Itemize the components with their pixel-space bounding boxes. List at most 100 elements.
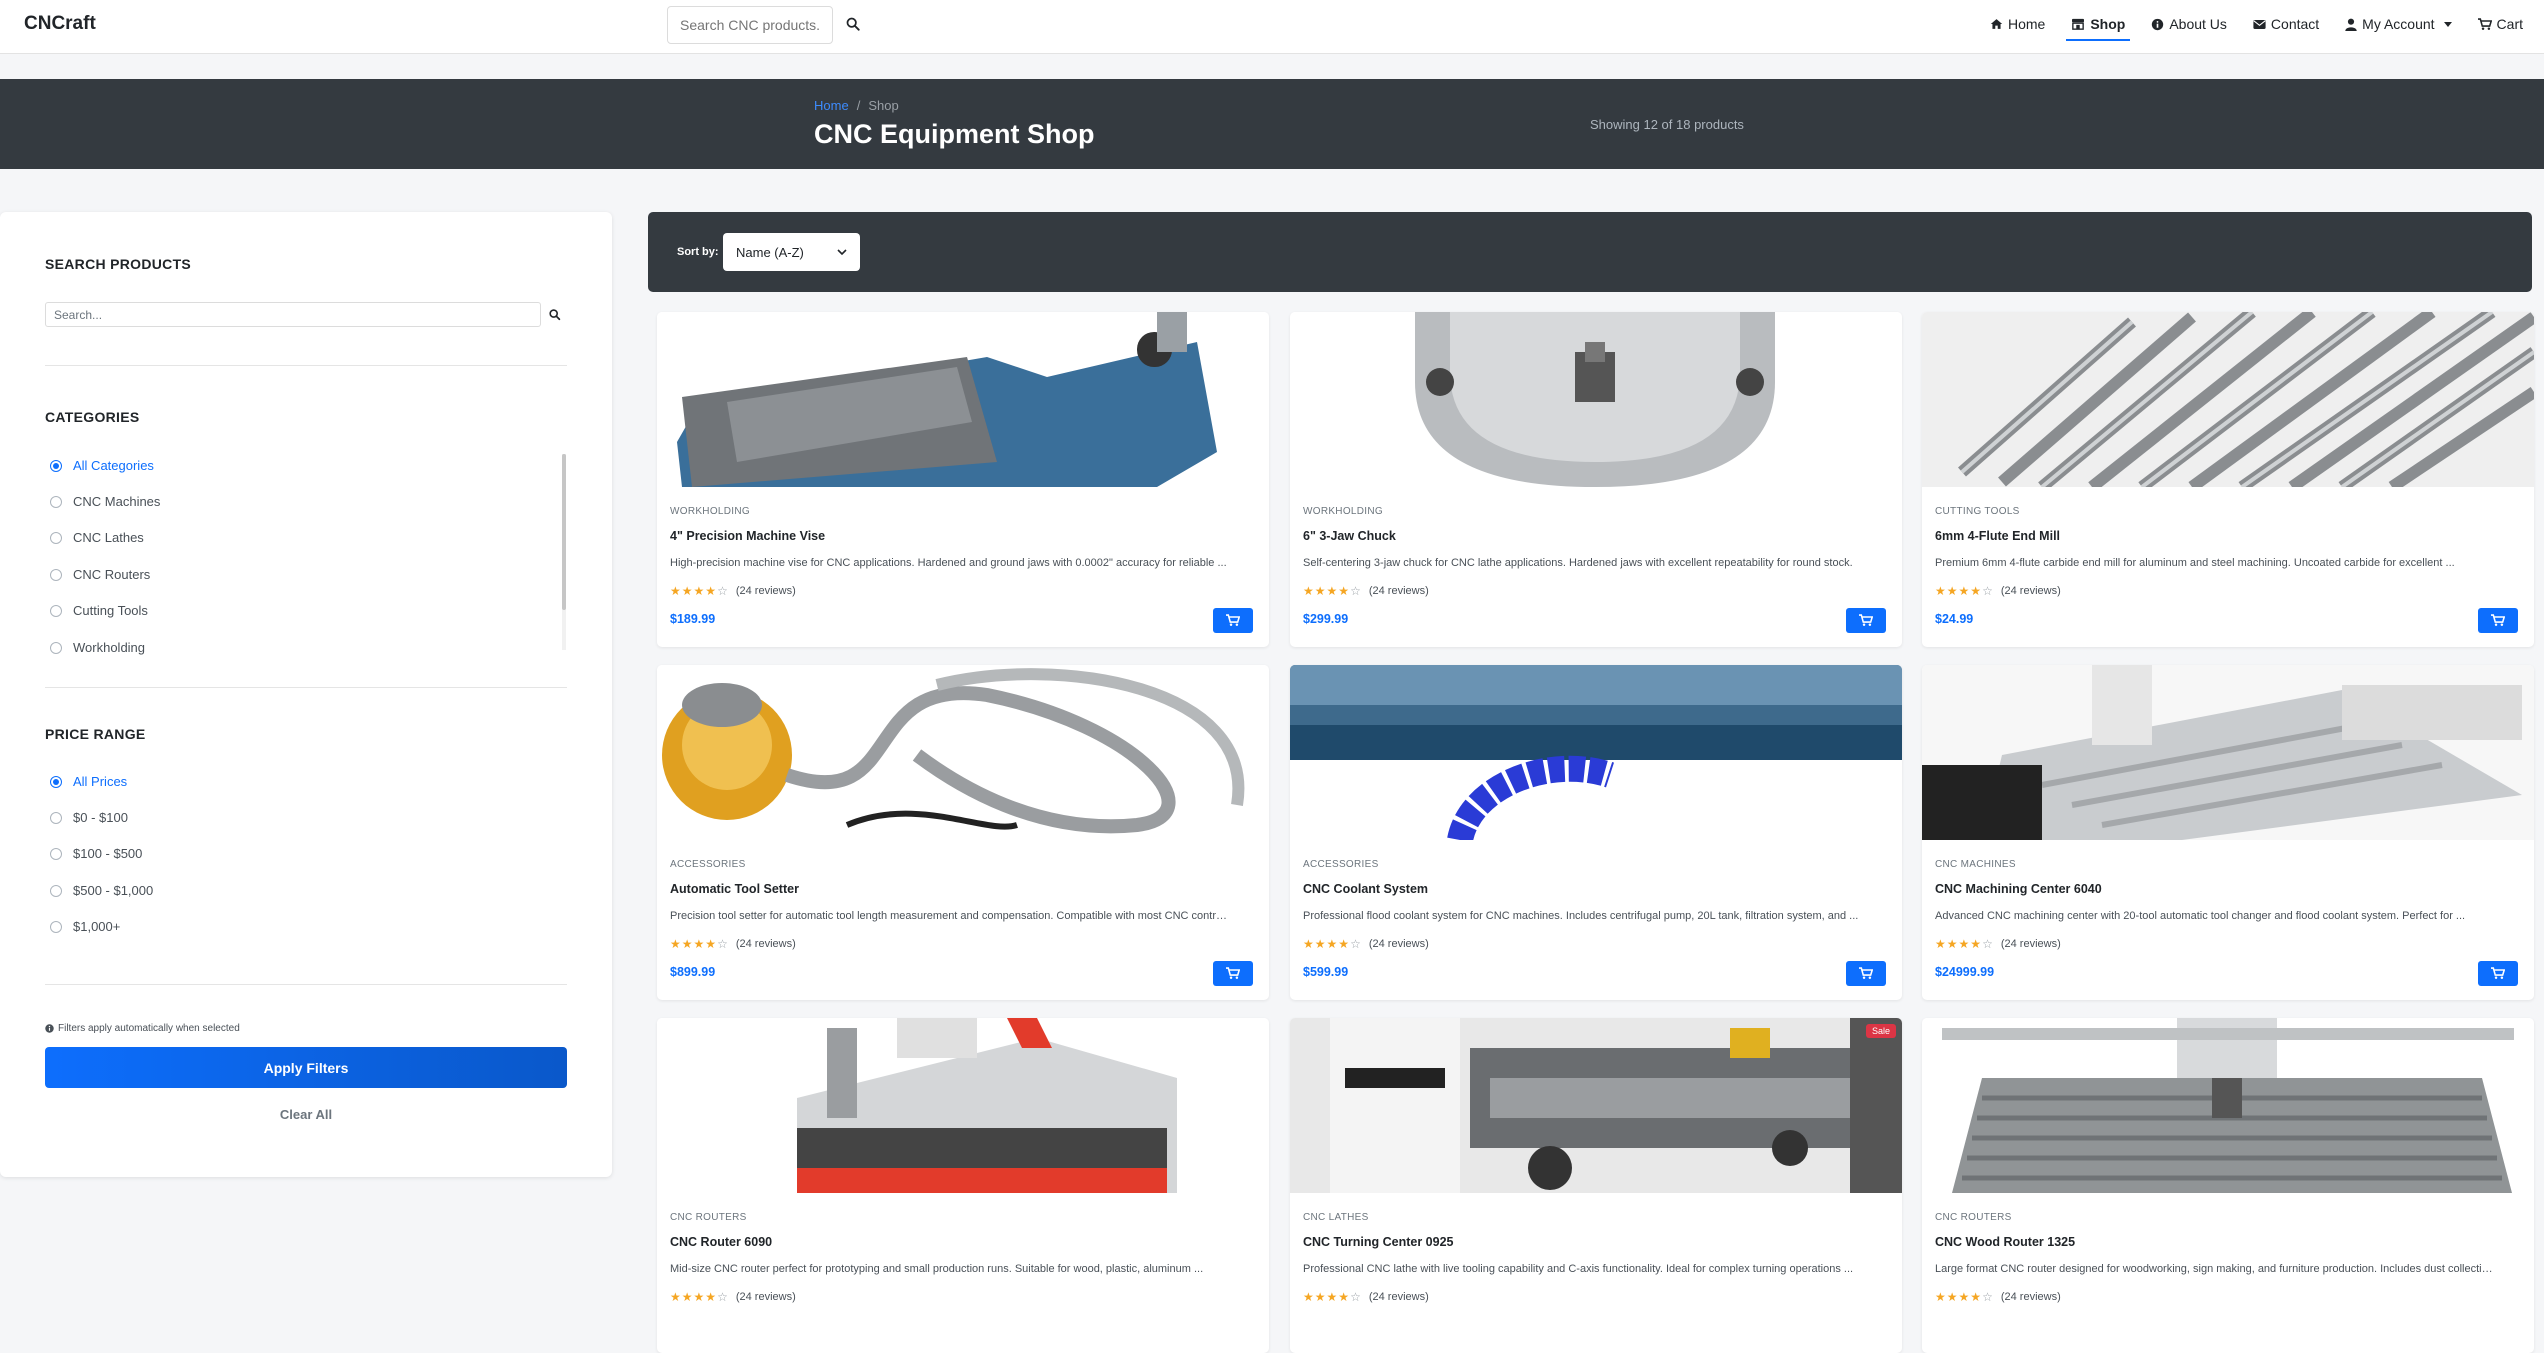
category-label: Cutting Tools [73,603,148,618]
star-filled-icon: ★ [681,584,693,598]
category-option-cutting-tools[interactable]: Cutting Tools [50,603,148,618]
nav-about-link[interactable]: About Us [2138,6,2240,42]
info-icon [45,1024,54,1033]
price-option-1000-plus[interactable]: $1,000+ [50,919,120,934]
star-empty-icon: ☆ [1350,584,1361,598]
product-card[interactable]: ACCESSORIES CNC Coolant System Professiona… [1290,665,1902,1000]
sort-select[interactable]: Name (A-Z) [723,233,860,271]
apply-filters-button[interactable]: Apply Filters [45,1047,567,1088]
category-option-cnc-routers[interactable]: CNC Routers [50,567,150,582]
product-card[interactable]: CNC MACHINES CNC Machining Center 6040 Adv… [1922,665,2534,1000]
product-description: Premium 6mm 4-flute carbide end mill for… [1935,557,2455,569]
clear-all-link[interactable]: Clear All [45,1107,567,1122]
categories-heading: CATEGORIES [45,409,140,425]
product-description: Professional flood coolant system for CN… [1303,910,1859,922]
product-image[interactable] [1290,665,1902,840]
star-filled-icon: ★ [1338,584,1350,598]
product-price: $189.99 [670,612,716,626]
add-to-cart-button[interactable] [2478,608,2518,633]
product-rating: ★ ★ ★ ★ ☆ (24 reviews) [1935,584,2061,598]
nav-account-dropdown[interactable]: My Account [2332,6,2464,42]
sale-badge: Sale [1865,1024,1896,1038]
user-icon [2345,18,2357,31]
nav-shop-link[interactable]: Shop [2058,6,2138,42]
star-filled-icon: ★ [1326,1290,1338,1304]
price-option-0-100[interactable]: $0 - $100 [50,810,128,825]
product-card[interactable]: CNC ROUTERS CNC Router 6090 Mid-size CNC r… [657,1018,1269,1353]
product-category: WORKHOLDING [1303,506,1383,517]
star-filled-icon: ★ [1303,1290,1314,1304]
radio-checked-icon [50,775,62,788]
search-icon[interactable] [548,305,562,323]
review-count: (24 reviews) [735,585,796,597]
product-card[interactable]: Sale CNC LATHES CNC Turning Center 0925 Pro… [1290,1018,1902,1353]
star-filled-icon: ★ [1958,1290,1970,1304]
cart-icon [1859,614,1873,627]
sidebar-divider [45,984,567,985]
product-image[interactable] [1922,1018,2534,1193]
add-to-cart-button[interactable] [1846,608,1886,633]
product-name[interactable]: 6" 3-Jaw Chuck [1303,529,1396,543]
product-card[interactable]: CNC ROUTERS CNC Wood Router 1325 Large for… [1922,1018,2534,1353]
star-filled-icon: ★ [1338,1290,1350,1304]
star-filled-icon: ★ [1338,937,1350,951]
product-name[interactable]: 6mm 4-Flute End Mill [1935,529,2060,543]
star-empty-icon: ☆ [1982,584,1993,598]
product-image[interactable] [1290,312,1902,487]
product-image[interactable] [1922,312,2534,487]
product-image[interactable] [657,312,1269,487]
product-card[interactable]: WORKHOLDING 6" 3-Jaw Chuck Self-centering … [1290,312,1902,647]
product-name[interactable]: CNC Turning Center 0925 [1303,1235,1454,1249]
add-to-cart-button[interactable] [1846,961,1886,986]
brand-logo[interactable]: CNCraft [24,13,96,35]
product-card[interactable]: CUTTING TOOLS 6mm 4-Flute End Mill Premium… [1922,312,2534,647]
product-name[interactable]: CNC Router 6090 [670,1235,772,1249]
price-option-500-1000[interactable]: $500 - $1,000 [50,883,153,898]
add-to-cart-button[interactable] [1213,961,1253,986]
star-empty-icon: ☆ [717,584,728,598]
product-card[interactable]: WORKHOLDING 4" Precision Machine Vise High… [657,312,1269,647]
product-name[interactable]: CNC Wood Router 1325 [1935,1235,2075,1249]
category-option-workholding[interactable]: Workholding [50,640,145,655]
review-count: (24 reviews) [735,1291,796,1303]
category-label: Workholding [73,640,146,655]
review-count: (24 reviews) [1368,585,1429,597]
price-option-all[interactable]: All Prices [50,774,127,789]
product-image[interactable] [1922,665,2534,840]
add-to-cart-button[interactable] [2478,961,2518,986]
category-label: CNC Lathes [73,530,144,545]
product-name[interactable]: CNC Coolant System [1303,882,1428,896]
radio-checked-icon [50,459,62,472]
review-count: (24 reviews) [1368,938,1429,950]
nav-contact-label: Contact [2270,16,2320,32]
sidebar-search-input[interactable]: Search... [45,302,541,327]
nav-search-button[interactable] [842,12,864,36]
nav-shop-label: Shop [2090,16,2126,32]
star-filled-icon: ★ [1935,584,1946,598]
category-option-all[interactable]: All Categories [50,458,154,473]
product-image[interactable] [1290,1018,1902,1193]
product-rating: ★ ★ ★ ★ ☆ (24 reviews) [1303,1290,1429,1304]
product-name[interactable]: CNC Machining Center 6040 [1935,882,2102,896]
product-image[interactable] [657,665,1269,840]
nav-home-link[interactable]: Home [1977,6,2058,42]
product-price: $24999.99 [1935,965,1995,979]
breadcrumb-home-link[interactable]: Home [814,98,849,113]
chevron-down-icon [837,248,847,255]
category-scrollbar-thumb[interactable] [562,454,566,610]
review-count: (24 reviews) [2000,1291,2061,1303]
product-name[interactable]: Automatic Tool Setter [670,882,799,896]
nav-search-input[interactable] [667,6,833,44]
product-name[interactable]: 4" Precision Machine Vise [670,529,825,543]
product-card[interactable]: ACCESSORIES Automatic Tool Setter Precisio… [657,665,1269,1000]
product-image[interactable] [657,1018,1269,1193]
product-description: High-precision machine vise for CNC appl… [670,557,1227,569]
nav-contact-link[interactable]: Contact [2240,6,2332,42]
star-filled-icon: ★ [1935,1290,1946,1304]
category-option-cnc-machines[interactable]: CNC Machines [50,494,160,509]
price-option-100-500[interactable]: $100 - $500 [50,846,142,861]
category-option-cnc-lathes[interactable]: CNC Lathes [50,530,144,545]
breadcrumb-separator: / [856,98,861,113]
nav-cart-link[interactable]: Cart [2465,6,2536,42]
add-to-cart-button[interactable] [1213,608,1253,633]
